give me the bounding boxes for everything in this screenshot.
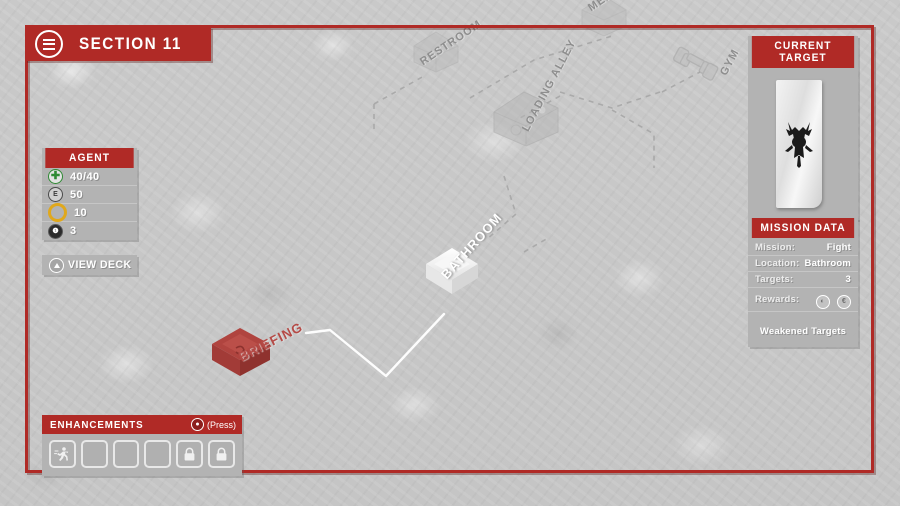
target-card[interactable] [776, 80, 822, 208]
enhancements-slot-list [42, 434, 242, 476]
enhancement-slot-5-locked[interactable] [176, 440, 204, 468]
mission-data-title: MISSION DATA [751, 218, 855, 238]
enhancement-slot-3[interactable] [112, 440, 140, 468]
agent-stat-coins-value: 10 [74, 206, 88, 219]
hamburger-menu-icon[interactable] [35, 30, 63, 58]
mission-value-mission: Fight [826, 242, 851, 253]
demon-sigil-icon [785, 122, 813, 168]
mission-key-mission: Mission: [755, 242, 796, 253]
press-button-icon: ● [191, 418, 204, 431]
mission-key-rewards: Rewards: [755, 293, 800, 305]
mission-note: Weakened Targets [759, 325, 847, 337]
enhancement-slot-6-locked[interactable] [208, 440, 235, 468]
enhancement-slot-2[interactable] [80, 440, 108, 468]
mission-rewards-icons: ◐ € [813, 290, 851, 309]
current-target-body [748, 68, 858, 220]
enhancements-title: ENHANCEMENTS [50, 418, 144, 431]
mission-key-targets: Targets: [755, 274, 794, 285]
mission-row-location: Location: Bathroom [748, 256, 858, 272]
card-icon: ❶ [48, 223, 63, 239]
reward-token-icon: ◐ [815, 294, 830, 309]
mission-row-targets: Targets: 3 [748, 272, 858, 288]
reward-currency-icon: € [837, 294, 851, 309]
lock-icon [216, 447, 227, 460]
mission-row-mission: Mission: Fight [748, 240, 858, 256]
agent-stat-energy: E 50 [42, 186, 137, 204]
mission-value-location: Bathroom [804, 258, 851, 269]
enhancement-slot-1[interactable] [49, 440, 76, 468]
current-target-title: CURRENT TARGET [751, 36, 855, 68]
agent-stat-health-value: 40/40 [70, 170, 100, 183]
view-deck-button[interactable]: VIEW DECK [42, 255, 137, 275]
section-header: SECTION 11 [25, 27, 212, 61]
mission-key-location: Location: [755, 258, 800, 269]
agent-stat-coins: 10 [42, 203, 137, 222]
enhancement-slot-4[interactable] [144, 440, 172, 468]
current-target-panel: CURRENT TARGET [748, 36, 858, 220]
agent-stat-cards: ❶ 3 [42, 222, 137, 240]
agent-stat-cards-value: 3 [70, 225, 77, 237]
energy-icon: E [48, 187, 63, 202]
agent-panel: AGENT ✚ 40/40 E 50 10 ❶ 3 [42, 148, 137, 240]
enhancements-header: ENHANCEMENTS ● (Press) [42, 415, 242, 434]
agent-stat-energy-value: 50 [70, 188, 84, 201]
agent-stat-health: ✚ 40/40 [42, 168, 137, 186]
mission-data-body: Mission: Fight Location: Bathroom Target… [748, 238, 858, 347]
triangle-up-icon [49, 257, 64, 273]
enhancements-panel: ENHANCEMENTS ● (Press) [42, 415, 242, 476]
mission-row-rewards: Rewards: ◐ € [748, 288, 858, 312]
press-label: (Press) [207, 419, 236, 430]
mission-data-panel: MISSION DATA Mission: Fight Location: Ba… [748, 218, 858, 347]
agent-panel-title: AGENT [45, 148, 134, 168]
lock-icon [184, 447, 195, 460]
health-cross-icon: ✚ [48, 169, 63, 184]
mission-value-targets: 3 [845, 274, 851, 285]
page-title: SECTION 11 [79, 34, 182, 53]
coin-icon [48, 203, 67, 222]
enhancements-press-hint[interactable]: ● (Press) [191, 418, 236, 431]
sprint-runner-icon [54, 447, 69, 461]
view-deck-label: VIEW DECK [68, 259, 132, 271]
